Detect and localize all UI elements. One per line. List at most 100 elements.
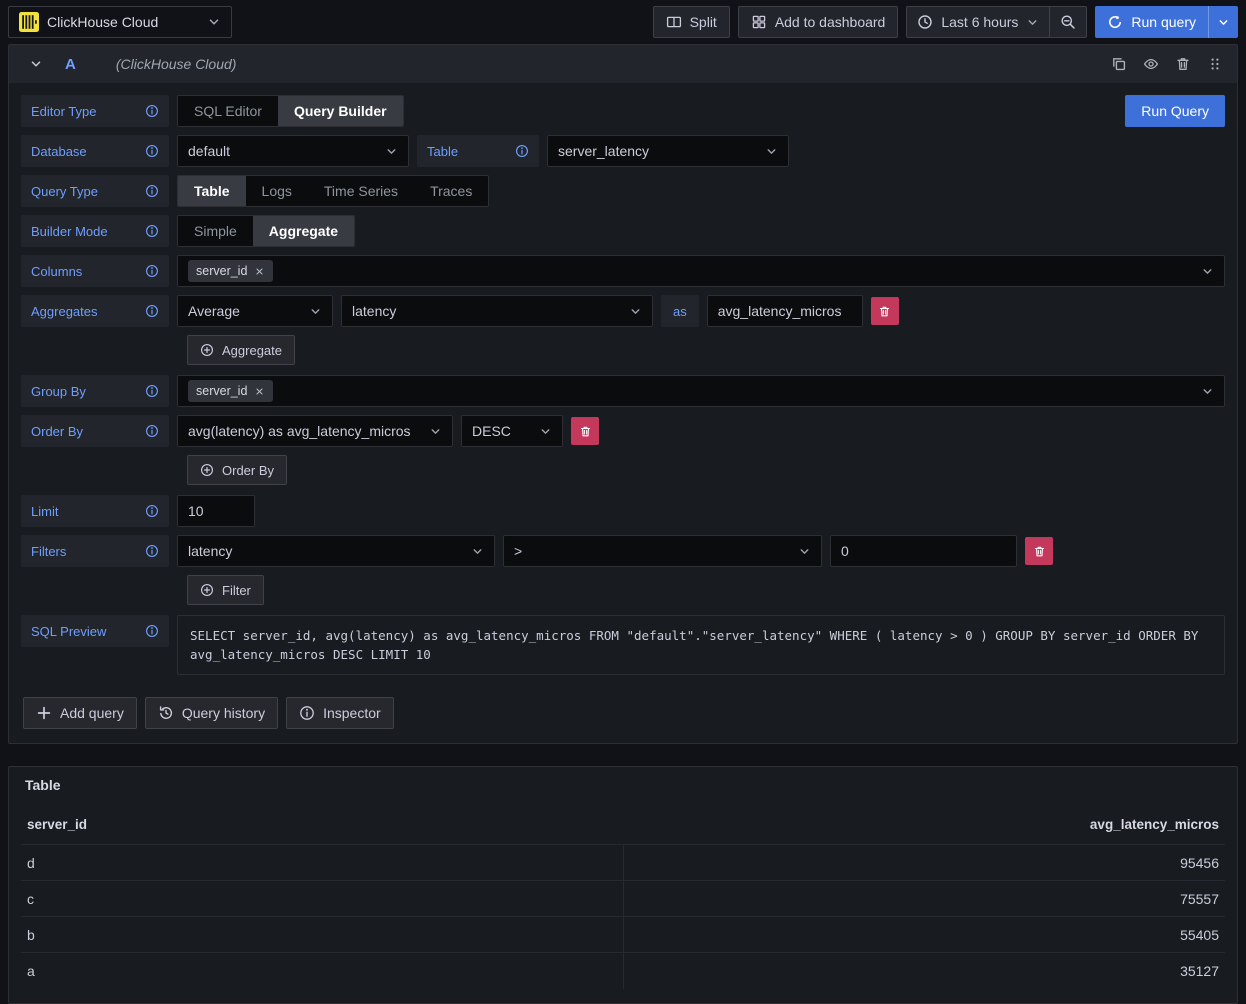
add-filter-button[interactable]: Filter (187, 575, 264, 605)
remove-aggregate-button[interactable] (871, 297, 899, 325)
builder-mode-row: Builder Mode Simple Aggregate (21, 215, 1225, 247)
remove-query-button[interactable] (1175, 56, 1191, 72)
chevron-down-icon (798, 545, 811, 558)
aggregate-alias-input[interactable]: avg_latency_micros (707, 295, 863, 327)
toggle-visibility-button[interactable] (1143, 56, 1159, 72)
trash-icon (579, 425, 592, 438)
database-select[interactable]: default (177, 135, 409, 167)
plus-circle-icon (200, 463, 214, 477)
info-icon[interactable] (145, 144, 159, 158)
add-aggregate-button[interactable]: Aggregate (187, 335, 295, 365)
info-icon[interactable] (145, 424, 159, 438)
chevron-down-icon (539, 425, 552, 438)
drag-query-handle[interactable] (1207, 56, 1223, 72)
run-query-button[interactable]: Run query (1095, 6, 1208, 38)
query-editor-card: A (ClickHouse Cloud) Editor Type SQL Edi… (8, 44, 1238, 744)
columns-label-box: Columns (21, 255, 169, 287)
info-icon[interactable] (145, 384, 159, 398)
column-chip-label: server_id (196, 264, 247, 278)
add-order-by-button[interactable]: Order By (187, 455, 287, 485)
sql-preview-label-box: SQL Preview (21, 615, 169, 647)
add-query-button[interactable]: Add query (23, 697, 137, 729)
filter-value-input[interactable]: 0 (830, 535, 1017, 567)
sql-preview-row: SQL Preview SELECT server_id, avg(latenc… (21, 615, 1225, 675)
inspector-button[interactable]: Inspector (286, 697, 394, 729)
query-history-button[interactable]: Query history (145, 697, 278, 729)
aggregate-function-value: Average (188, 303, 240, 319)
builder-mode-option-simple[interactable]: Simple (178, 216, 253, 246)
column-header-avg-latency[interactable]: avg_latency_micros (623, 809, 1225, 845)
run-query-editor-button[interactable]: Run Query (1125, 95, 1225, 127)
cell-server-id: a (21, 953, 623, 989)
editor-type-option-sql-editor[interactable]: SQL Editor (178, 96, 278, 126)
info-icon[interactable] (145, 504, 159, 518)
builder-mode-toggle: Simple Aggregate (177, 215, 355, 247)
table-header-row: server_id avg_latency_micros (21, 809, 1225, 845)
remove-order-by-button[interactable] (571, 417, 599, 445)
table-select[interactable]: server_latency (547, 135, 789, 167)
table-label: Table (427, 144, 458, 159)
trash-icon (1033, 545, 1046, 558)
chevron-down-icon (207, 15, 221, 29)
database-label-box: Database (21, 135, 169, 167)
run-query-label: Run query (1131, 14, 1196, 30)
datasource-picker[interactable]: ClickHouse Cloud (8, 6, 232, 38)
info-icon[interactable] (145, 184, 159, 198)
aggregates-row: Aggregates Average latency as avg_latenc… (21, 295, 1225, 327)
info-icon[interactable] (145, 224, 159, 238)
columns-multiselect[interactable]: server_id (177, 255, 1225, 287)
info-icon[interactable] (145, 304, 159, 318)
info-icon[interactable] (145, 104, 159, 118)
aggregate-alias-value: avg_latency_micros (718, 303, 842, 319)
query-type-option-time-series[interactable]: Time Series (308, 176, 414, 206)
query-type-label: Query Type (31, 184, 98, 199)
run-query-split-button: Run query (1095, 6, 1238, 38)
order-by-field-select[interactable]: avg(latency) as avg_latency_micros (177, 415, 453, 447)
time-range-label: Last 6 hours (941, 14, 1018, 30)
info-icon[interactable] (145, 624, 159, 638)
collapse-query-button[interactable] (19, 57, 53, 71)
copy-icon (1111, 56, 1127, 72)
editor-type-option-query-builder[interactable]: Query Builder (278, 96, 403, 126)
info-icon[interactable] (515, 144, 529, 158)
limit-input[interactable]: 10 (177, 495, 255, 527)
inspector-label: Inspector (323, 705, 381, 721)
aggregate-function-select[interactable]: Average (177, 295, 333, 327)
add-to-dashboard-button[interactable]: Add to dashboard (738, 6, 899, 38)
builder-mode-option-aggregate[interactable]: Aggregate (253, 216, 354, 246)
filter-field-select[interactable]: latency (177, 535, 495, 567)
column-header-server-id[interactable]: server_id (21, 809, 623, 845)
time-range-picker[interactable]: Last 6 hours (907, 7, 1049, 37)
aggregate-column-select[interactable]: latency (341, 295, 653, 327)
remove-filter-button[interactable] (1025, 537, 1053, 565)
info-icon[interactable] (145, 264, 159, 278)
remove-chip-icon[interactable] (254, 266, 265, 277)
clickhouse-logo-icon (19, 12, 39, 32)
add-order-by-row: Order By (187, 455, 1225, 485)
order-by-direction-select[interactable]: DESC (461, 415, 563, 447)
remove-chip-icon[interactable] (254, 386, 265, 397)
query-type-option-logs[interactable]: Logs (246, 176, 308, 206)
duplicate-query-button[interactable] (1111, 56, 1127, 72)
database-table-row: Database default Table server_latency (21, 135, 1225, 167)
clock-icon (917, 14, 933, 30)
split-button[interactable]: Split (653, 6, 730, 38)
time-range-zoom-out-button[interactable] (1049, 7, 1086, 37)
table-row: a 35127 (21, 953, 1225, 989)
add-to-dashboard-label: Add to dashboard (775, 14, 886, 30)
query-type-toggle: Table Logs Time Series Traces (177, 175, 489, 207)
group-by-multiselect[interactable]: server_id (177, 375, 1225, 407)
chevron-down-icon (1201, 385, 1214, 398)
filter-operator-select[interactable]: > (503, 535, 822, 567)
history-icon (158, 705, 174, 721)
info-icon[interactable] (145, 544, 159, 558)
run-query-options-button[interactable] (1208, 6, 1238, 38)
cell-server-id: c (21, 881, 623, 917)
info-circle-icon (299, 705, 315, 721)
group-by-row: Group By server_id (21, 375, 1225, 407)
query-type-option-table[interactable]: Table (178, 176, 246, 206)
cell-avg-latency: 35127 (623, 953, 1225, 989)
group-by-chip-label: server_id (196, 384, 247, 398)
query-type-option-traces[interactable]: Traces (414, 176, 488, 206)
filters-row: Filters latency > 0 (21, 535, 1225, 567)
